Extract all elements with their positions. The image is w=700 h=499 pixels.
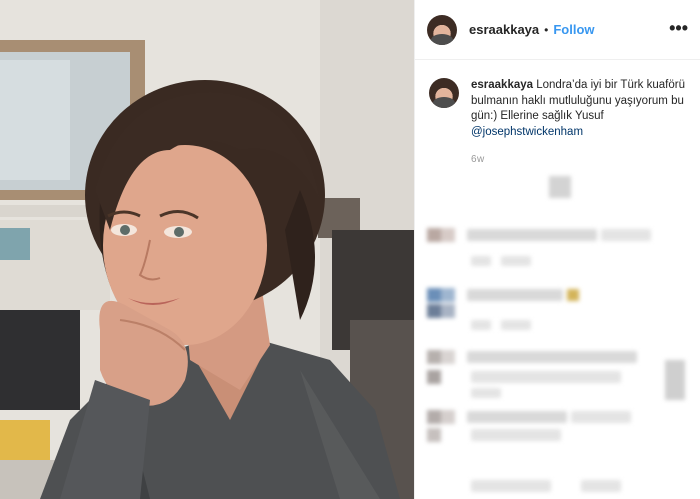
comment-line bbox=[427, 370, 621, 384]
post-timestamp[interactable]: 6w bbox=[471, 154, 700, 165]
comment-meta bbox=[471, 388, 501, 398]
avatar[interactable] bbox=[427, 14, 457, 45]
blur-block bbox=[665, 360, 685, 400]
more-options-icon[interactable]: ••• bbox=[669, 19, 688, 41]
comment-line bbox=[427, 428, 561, 442]
comment-meta bbox=[471, 256, 531, 266]
post-side-panel: esraakkaya • Follow ••• esraakkaya Londr… bbox=[414, 0, 700, 499]
header-username[interactable]: esraakkaya bbox=[469, 22, 539, 37]
blur-block bbox=[549, 176, 571, 198]
caption: esraakkaya Londra’da iyi bir Türk kuaför… bbox=[415, 60, 700, 140]
caption-text-block: esraakkaya Londra’da iyi bir Türk kuaför… bbox=[471, 78, 686, 140]
comment-row bbox=[427, 350, 637, 364]
comment-row bbox=[427, 288, 579, 302]
post-photo[interactable] bbox=[0, 0, 414, 499]
post-header: esraakkaya • Follow ••• bbox=[415, 0, 700, 60]
comment-avatar-row bbox=[427, 304, 455, 318]
comment-row bbox=[427, 410, 631, 424]
comment-row bbox=[427, 480, 621, 492]
comment-meta bbox=[471, 320, 531, 330]
caption-username[interactable]: esraakkaya bbox=[471, 79, 533, 91]
follow-button[interactable]: Follow bbox=[553, 22, 594, 37]
comment-row bbox=[427, 228, 651, 242]
separator-dot: • bbox=[544, 22, 549, 37]
portrait-image bbox=[0, 0, 414, 499]
caption-mention[interactable]: @josephstwickenham bbox=[471, 126, 583, 138]
caption-avatar[interactable] bbox=[429, 78, 459, 108]
